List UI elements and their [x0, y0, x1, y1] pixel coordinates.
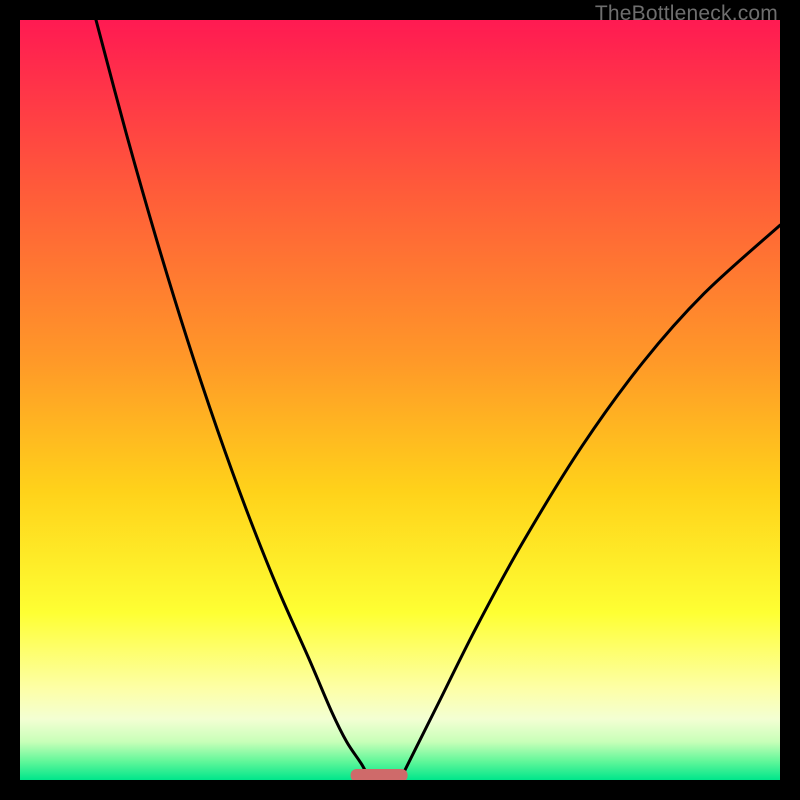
- optimum-marker: [351, 769, 408, 780]
- bottleneck-chart: [20, 20, 780, 780]
- chart-frame: [20, 20, 780, 780]
- watermark-text: TheBottleneck.com: [595, 2, 778, 26]
- gradient-bg: [20, 20, 780, 780]
